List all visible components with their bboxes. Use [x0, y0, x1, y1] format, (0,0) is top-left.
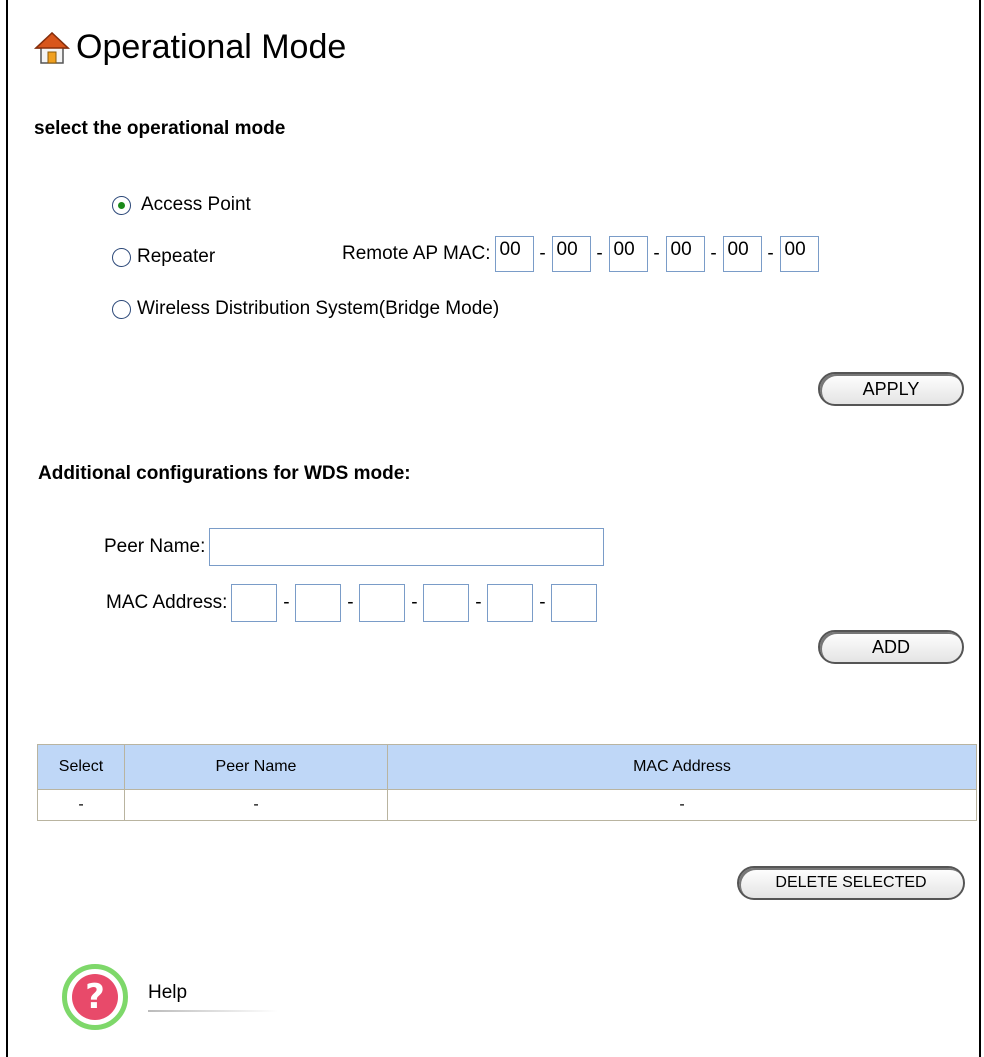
peer-table: Select Peer Name MAC Address - - - [37, 744, 977, 821]
table-row: - - - [37, 789, 977, 821]
wds-mac-octet-5[interactable] [487, 584, 534, 622]
radio-button[interactable] [112, 299, 131, 319]
mode-section-heading: select the operational mode [34, 118, 286, 139]
help-underline [148, 1010, 278, 1012]
mac-separator: - [596, 243, 603, 264]
radio-wds-bridge[interactable]: Wireless Distribution System(Bridge Mode… [112, 298, 499, 320]
remote-ap-mac: Remote AP MAC: 00 - 00 - 00 - 00 - 00 - … [342, 236, 819, 272]
radio-label: Wireless Distribution System(Bridge Mode… [137, 298, 500, 319]
mac-separator: - [475, 592, 482, 613]
mac-separator: - [539, 592, 546, 613]
wds-mac-octet-6[interactable] [551, 584, 598, 622]
cell-select: - [37, 789, 125, 821]
peer-name-label: Peer Name: [104, 536, 206, 557]
remote-ap-mac-label: Remote AP MAC: [342, 243, 491, 264]
wds-mac-row: MAC Address: - - - - - [106, 584, 598, 622]
help-link[interactable]: ? Help [62, 964, 278, 1030]
radio-repeater[interactable]: Repeater [112, 246, 215, 268]
wds-mac-octet-1[interactable] [231, 584, 278, 622]
cell-mac-address: - [387, 789, 977, 821]
radio-access-point[interactable]: Access Point [112, 194, 251, 216]
mac-separator: - [283, 592, 290, 613]
home-icon [34, 31, 70, 64]
column-header-select: Select [37, 744, 125, 790]
radio-label: Access Point [141, 194, 251, 215]
delete-selected-button[interactable]: DELETE SELECTED [737, 866, 965, 900]
wds-mac-octet-4[interactable] [423, 584, 470, 622]
mac-separator: - [767, 243, 774, 264]
wds-mac-label: MAC Address: [106, 592, 228, 613]
remote-mac-octet-3[interactable]: 00 [608, 236, 648, 272]
help-label: Help [148, 982, 188, 1003]
remote-mac-octet-2[interactable]: 00 [551, 236, 591, 272]
remote-mac-octet-4[interactable]: 00 [665, 236, 705, 272]
mac-separator: - [710, 243, 717, 264]
radio-label: Repeater [137, 246, 216, 267]
page-title-text: Operational Mode [76, 28, 347, 66]
column-header-peer-name: Peer Name [124, 744, 388, 790]
mac-separator: - [411, 592, 418, 613]
help-question-icon[interactable]: ? [62, 964, 128, 1030]
radio-button[interactable] [112, 247, 131, 267]
remote-mac-octet-6[interactable]: 00 [779, 236, 819, 272]
wds-mac-octet-2[interactable] [295, 584, 342, 622]
mac-separator: - [539, 243, 546, 264]
cell-peer-name: - [124, 789, 388, 821]
table-header-row: Select Peer Name MAC Address [37, 744, 977, 790]
apply-button[interactable]: APPLY [818, 372, 964, 406]
radio-button[interactable] [112, 195, 131, 215]
peer-name-input[interactable] [209, 528, 605, 566]
add-button[interactable]: ADD [818, 630, 964, 664]
page-title: Operational Mode [34, 28, 346, 67]
wds-mac-octet-3[interactable] [359, 584, 406, 622]
radio-selected-dot [118, 201, 125, 209]
remote-mac-octet-1[interactable]: 00 [494, 236, 534, 272]
peer-name-row: Peer Name: [104, 528, 605, 566]
column-header-mac-address: MAC Address [387, 744, 977, 790]
remote-mac-octet-5[interactable]: 00 [722, 236, 762, 272]
mac-separator: - [653, 243, 660, 264]
mac-separator: - [347, 592, 354, 613]
wds-section-heading: Additional configurations for WDS mode: [38, 463, 411, 484]
